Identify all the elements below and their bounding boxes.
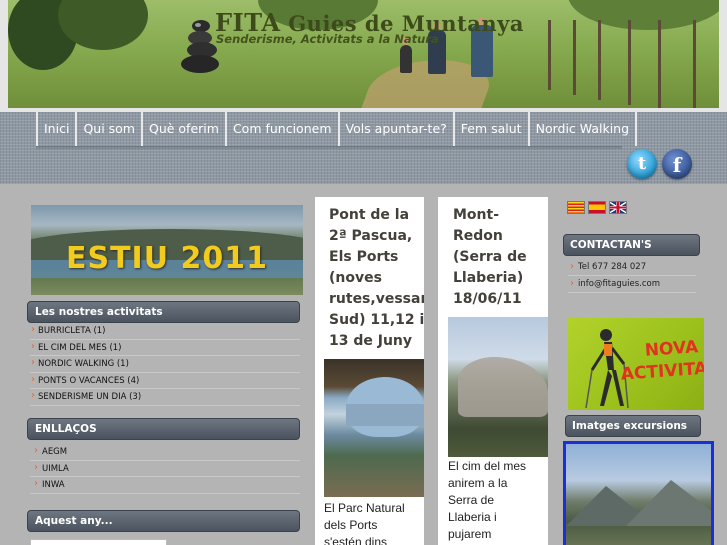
post-image[interactable] (448, 317, 548, 457)
menu-item-vols-apuntar-te[interactable]: Vols apuntar-te? (337, 112, 453, 146)
menu-item-fem-salut[interactable]: Fem salut (452, 112, 528, 146)
post-image[interactable] (324, 359, 424, 497)
site-tagline: Senderisme, Activitats a la Natura (216, 32, 439, 46)
english-flag-icon[interactable] (609, 201, 627, 214)
contact-phone: Tel 677 284 027 (568, 259, 696, 276)
post-excerpt: El cim del mes anirem a la Serra de Llab… (448, 459, 527, 541)
activities-list: BURRICLETA (1) EL CIM DEL MES (1) NORDIC… (30, 322, 300, 406)
header: FITA Guies de Muntanya Senderisme, Activ… (0, 0, 727, 112)
activities-heading: Les nostres activitats (27, 301, 300, 323)
external-link[interactable]: INWA (30, 476, 300, 494)
menu-item-inici[interactable]: Inici (36, 112, 75, 146)
year-heading: Aquest any... (27, 510, 300, 532)
menu-item-com-funcionem[interactable]: Com funcionem (224, 112, 338, 146)
post-card: Mont- Redon (Serra de Llaberia) 18/06/11… (438, 197, 548, 545)
header-banner-image: FITA Guies de Muntanya Senderisme, Activ… (8, 0, 719, 108)
gallery-heading: Imatges excursions (565, 415, 701, 437)
activity-link[interactable]: SENDERISME UN DIA (3) (30, 388, 300, 406)
external-link[interactable]: UIMLA (30, 460, 300, 477)
menu-item-nordic-walking[interactable]: Nordic Walking (527, 112, 638, 146)
banner-text: ESTIU 2011 (65, 241, 269, 276)
facebook-icon[interactable]: f (662, 149, 692, 179)
menu-item-qui-som[interactable]: Qui som (75, 112, 141, 146)
links-heading: ENLLAÇOS (27, 418, 300, 440)
spanish-flag-icon[interactable] (588, 201, 606, 214)
post-title[interactable]: Mont- Redon (Serra de Llaberia) 18/06/11 (453, 205, 527, 310)
post-card: Pont de la 2ª Pascua, Els Ports (noves r… (315, 197, 424, 545)
navigation-bar: Inici Qui som Què oferim Com funcionem V… (0, 112, 727, 184)
catalan-flag-icon[interactable] (567, 201, 585, 214)
year-image[interactable] (30, 539, 167, 545)
estiu-2011-banner[interactable]: ESTIU 2011 (31, 205, 303, 295)
contact-email[interactable]: info@fitaguies.com (568, 276, 696, 293)
post-title[interactable]: Pont de la 2ª Pascua, Els Ports (noves r… (329, 205, 424, 352)
promo-text: NOVA ACTIVITAT! (620, 337, 704, 385)
hiker-figure (400, 37, 412, 73)
twitter-icon[interactable]: t (627, 149, 657, 179)
gallery-image[interactable] (563, 441, 714, 545)
contact-heading: CONTACTAN'S (563, 234, 700, 256)
activity-link[interactable]: NORDIC WALKING (1) (30, 355, 300, 373)
activity-link[interactable]: PONTS O VACANCES (4) (30, 372, 300, 389)
links-list: AEGM UIMLA INWA (30, 443, 300, 494)
main-menu: Inici Qui som Què oferim Com funcionem V… (36, 112, 638, 146)
activity-link[interactable]: EL CIM DEL MES (1) (30, 339, 300, 356)
new-activity-promo[interactable]: NOVA ACTIVITAT! (568, 318, 704, 410)
external-link[interactable]: AEGM (30, 443, 300, 461)
menu-shadow (36, 146, 622, 150)
menu-item-que-oferim[interactable]: Què oferim (140, 112, 225, 146)
activity-link[interactable]: BURRICLETA (1) (30, 322, 300, 340)
post-excerpt: El Parc Natural dels Ports s'estén dins (324, 501, 405, 545)
